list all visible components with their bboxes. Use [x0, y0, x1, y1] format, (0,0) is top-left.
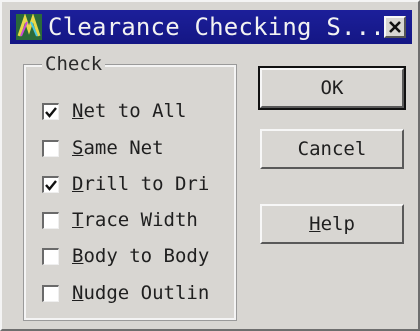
close-button[interactable]	[384, 16, 406, 38]
checkbox-drill-to-drill[interactable]	[42, 176, 59, 193]
clearance-checking-dialog: Clearance Checking S... Check Net to All…	[0, 0, 420, 331]
check-label-trace-width: Trace Width	[72, 209, 198, 231]
cancel-button[interactable]: Cancel	[260, 129, 404, 169]
app-logo-icon	[16, 13, 42, 40]
check-item-same-net[interactable]: Same Net	[42, 135, 232, 161]
check-item-nudge-outline[interactable]: Nudge Outlin	[42, 280, 232, 306]
checkmark-icon	[45, 107, 57, 118]
help-button[interactable]: Help	[260, 204, 404, 244]
check-item-drill-to-drill[interactable]: Drill to Dri	[42, 171, 232, 197]
ok-button[interactable]: OK	[258, 66, 406, 110]
check-label-nudge-outline: Nudge Outlin	[72, 282, 210, 304]
check-label-same-net: Same Net	[72, 137, 164, 159]
checkmark-icon	[45, 180, 57, 191]
window-title: Clearance Checking S...	[48, 13, 385, 41]
check-label-body-to-body: Body to Body	[72, 245, 210, 267]
help-label-rest: elp	[320, 213, 355, 235]
checkbox-same-net[interactable]	[42, 140, 59, 157]
checkbox-net-to-all[interactable]	[42, 103, 59, 120]
help-mnemonic: H	[309, 213, 321, 235]
check-group-label: Check	[42, 52, 106, 76]
title-bar[interactable]: Clearance Checking S...	[10, 10, 412, 44]
check-label-drill-to-drill: Drill to Dri	[72, 173, 210, 195]
check-item-body-to-body[interactable]: Body to Body	[42, 243, 232, 269]
check-item-trace-width[interactable]: Trace Width	[42, 207, 232, 233]
check-item-net-to-all[interactable]: Net to All	[42, 98, 232, 124]
check-label-net-to-all: Net to All	[72, 100, 187, 122]
checkbox-body-to-body[interactable]	[42, 248, 59, 265]
checkbox-trace-width[interactable]	[42, 212, 59, 229]
checkbox-nudge-outline[interactable]	[42, 285, 59, 302]
